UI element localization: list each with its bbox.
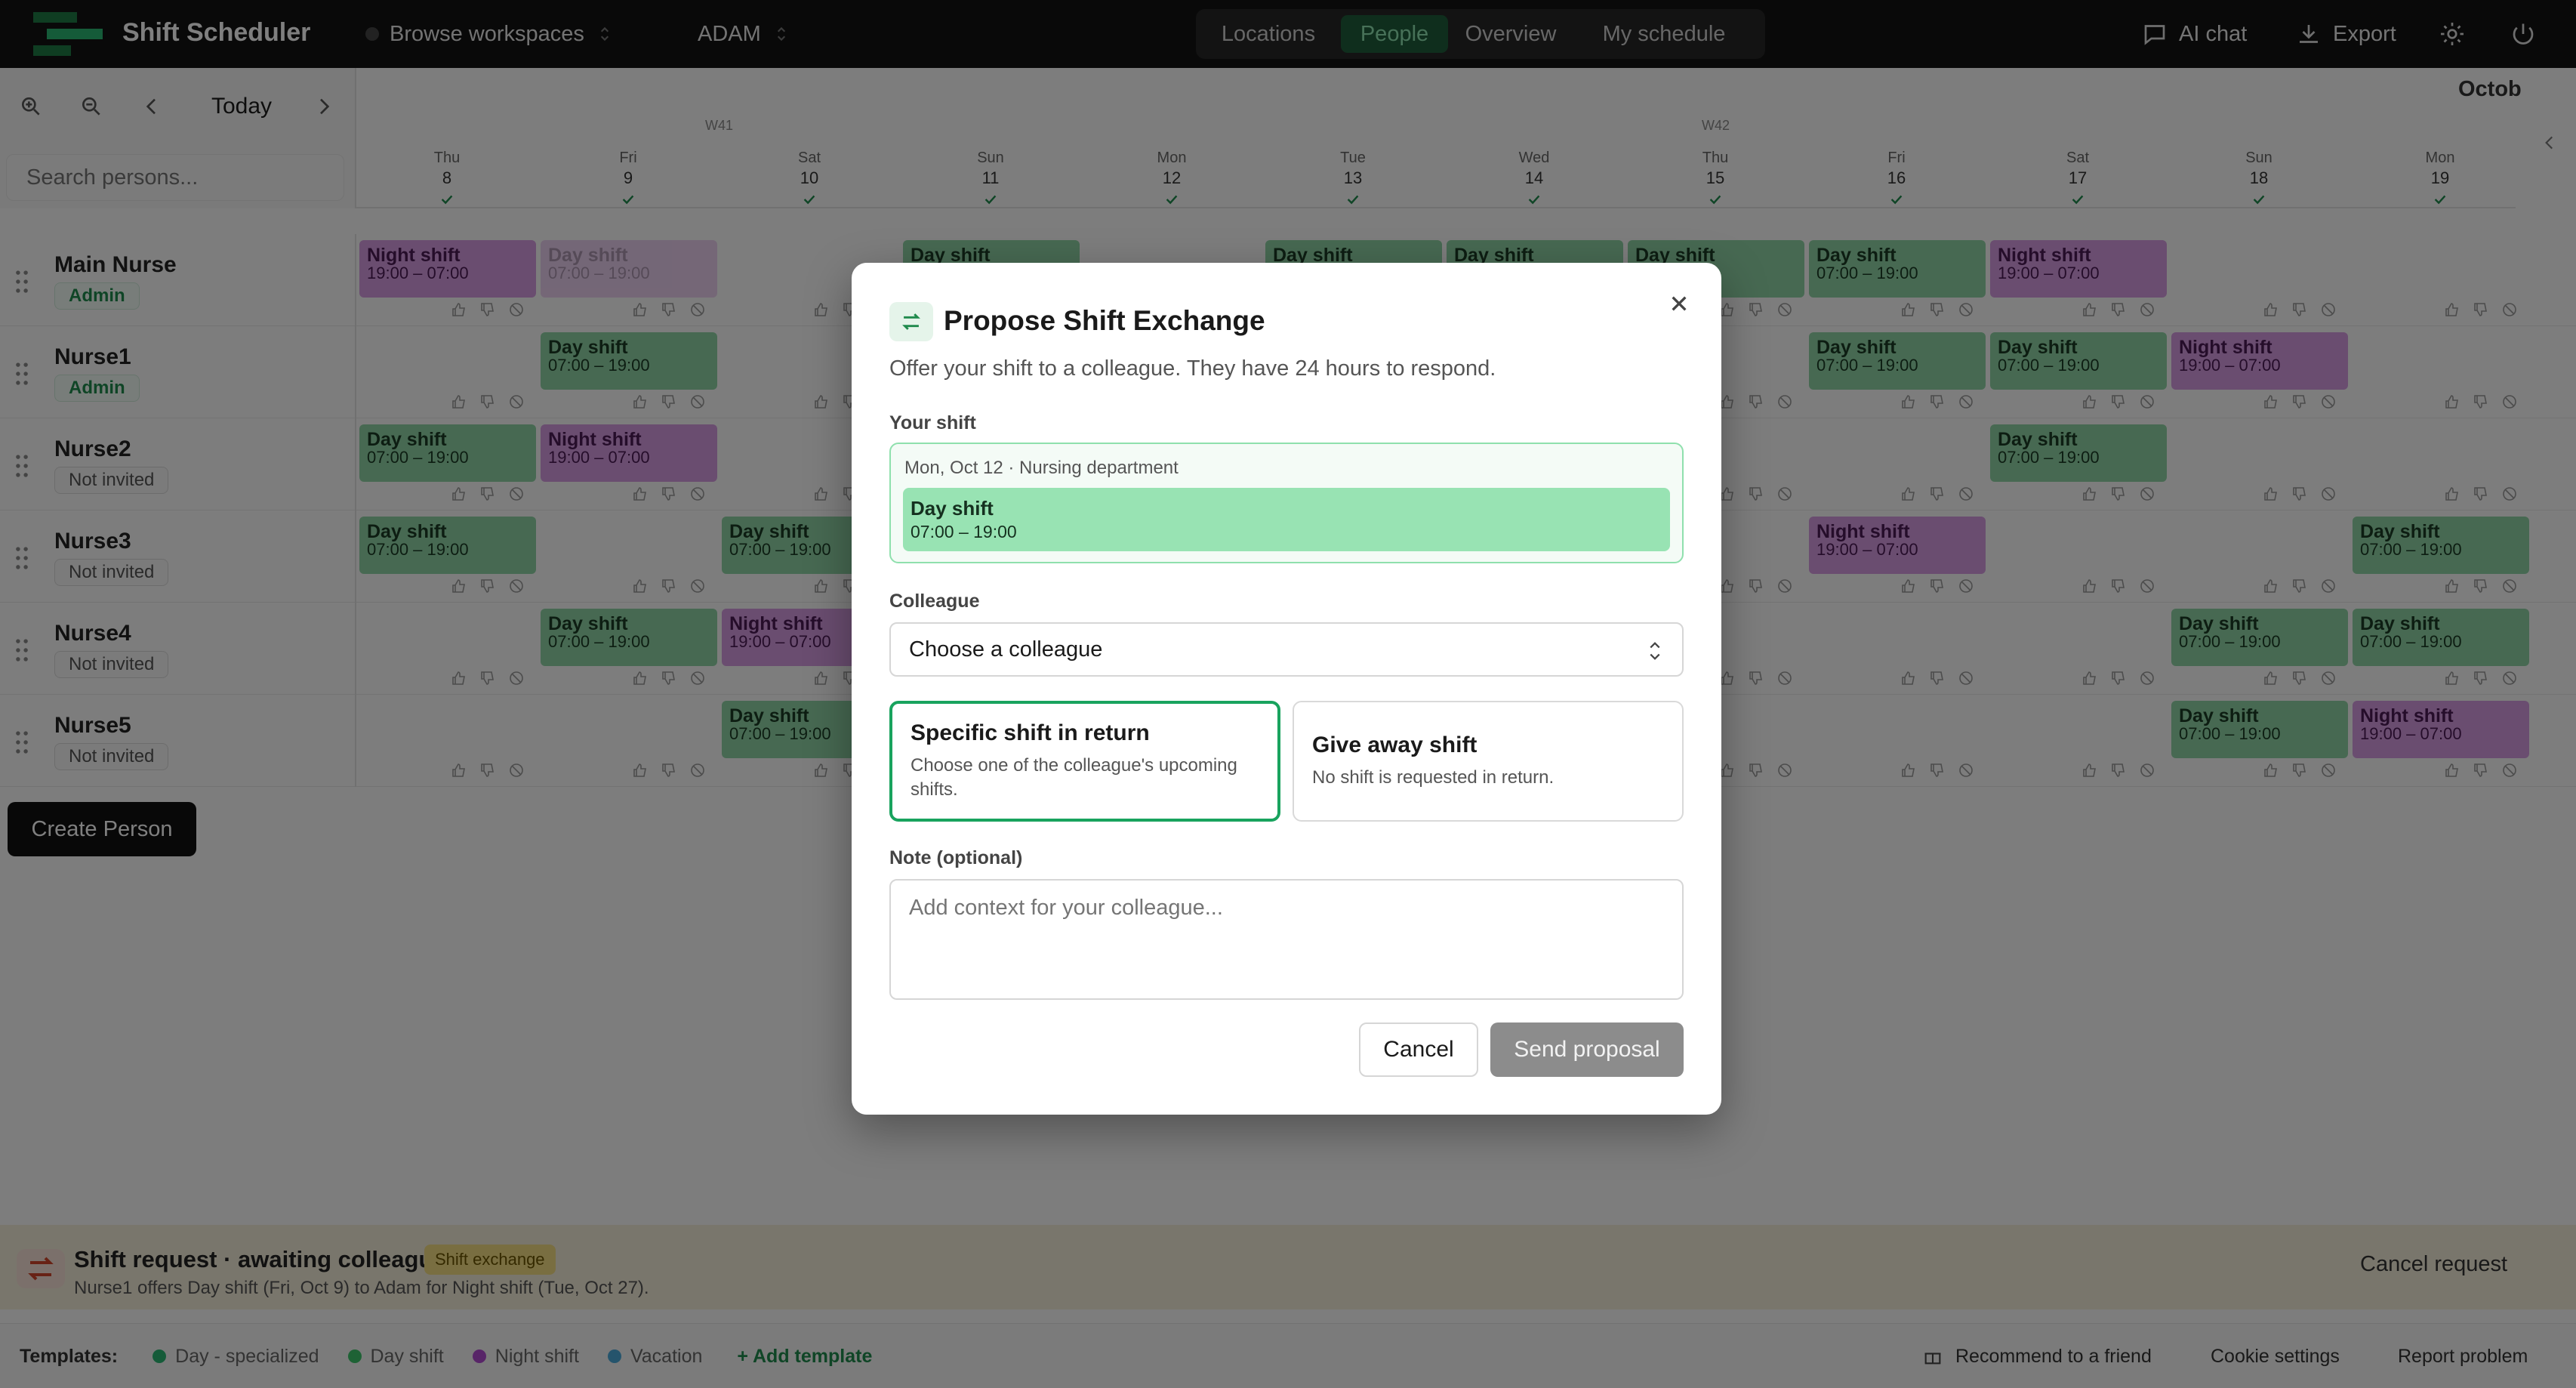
colleague-select-value: Choose a colleague [909,637,1103,662]
shift-time: 07:00 – 19:00 [911,522,1017,541]
option-specific-shift[interactable]: Specific shift in return Choose one of t… [889,701,1280,822]
propose-shift-exchange-dialog: Propose Shift Exchange Offer your shift … [852,263,1721,1115]
send-proposal-button[interactable]: Send proposal [1490,1022,1684,1077]
option-title: Specific shift in return [911,720,1150,745]
colleague-select[interactable]: Choose a colleague [889,622,1684,677]
shift-meta: Mon, Oct 12 · Nursing department [904,458,1179,478]
option-give-away[interactable]: Give away shift No shift is requested in… [1293,701,1684,822]
option-title: Give away shift [1312,733,1478,757]
shift-name: Day shift [911,497,994,520]
your-shift-card: Mon, Oct 12 · Nursing department Day shi… [889,443,1684,563]
option-description: Choose one of the colleague's upcoming s… [911,755,1237,800]
exchange-icon [889,302,933,341]
note-textarea[interactable] [889,879,1684,1000]
chevron-updown-icon [1650,642,1660,660]
option-description: No shift is requested in return. [1312,767,1555,788]
dialog-subtitle: Offer your shift to a colleague. They ha… [889,356,1496,381]
close-icon[interactable] [1664,288,1694,319]
dialog-title: Propose Shift Exchange [944,305,1265,336]
your-shift-label: Your shift [889,412,976,433]
note-label: Note (optional) [889,847,1023,868]
shift-block: Day shift 07:00 – 19:00 [903,488,1670,551]
cancel-button[interactable]: Cancel [1359,1022,1478,1077]
colleague-label: Colleague [889,591,980,612]
